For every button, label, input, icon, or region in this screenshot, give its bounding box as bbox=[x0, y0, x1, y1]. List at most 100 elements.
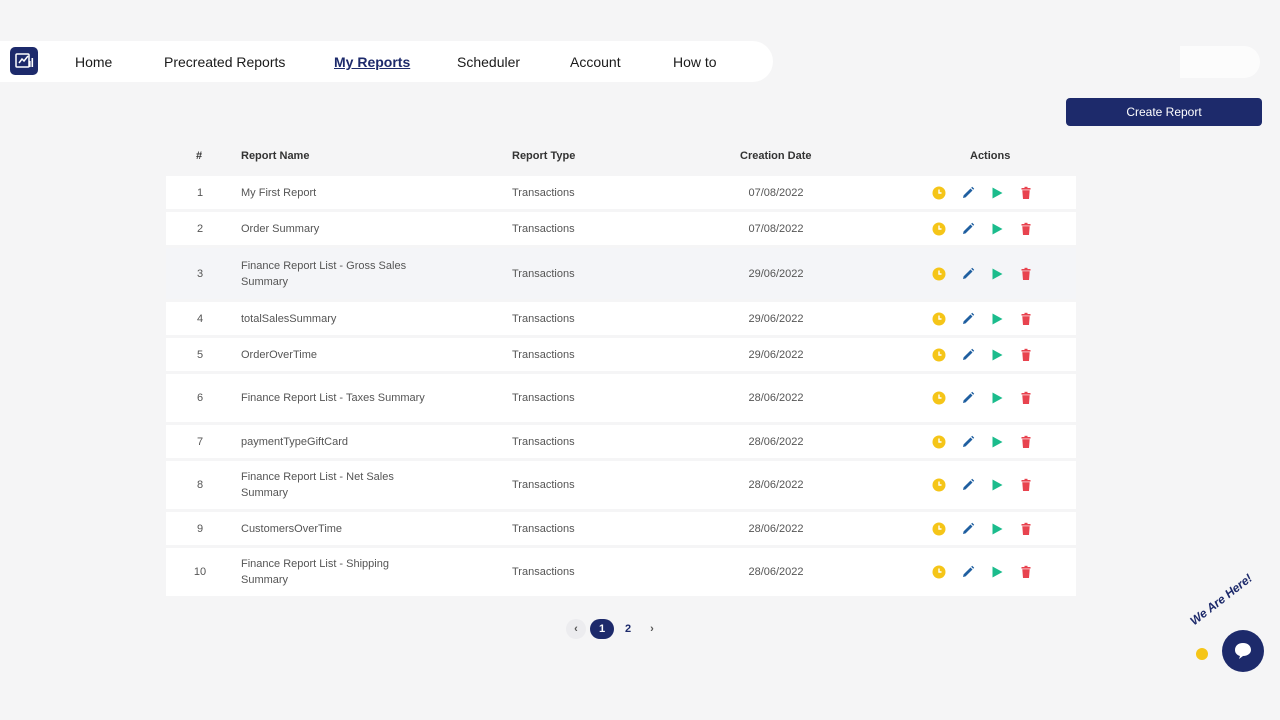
header-num: # bbox=[196, 150, 203, 162]
edit-icon[interactable] bbox=[960, 347, 976, 363]
table-row[interactable]: 4 totalSalesSummary Transactions 29/06/2022 bbox=[166, 302, 1076, 335]
edit-icon[interactable] bbox=[960, 266, 976, 282]
report-name[interactable]: CustomersOverTime bbox=[241, 521, 436, 537]
table-row[interactable]: 1 My First Report Transactions 07/08/2022 bbox=[166, 176, 1076, 209]
report-type: Transactions bbox=[512, 392, 575, 404]
table-row[interactable]: 10 Finance Report List - Shipping Summary… bbox=[166, 548, 1076, 596]
row-number: 4 bbox=[196, 312, 204, 325]
clock-icon[interactable] bbox=[931, 564, 947, 580]
creation-date: 28/06/2022 bbox=[748, 566, 804, 578]
creation-date: 28/06/2022 bbox=[748, 392, 804, 404]
report-name[interactable]: Order Summary bbox=[241, 221, 436, 237]
trash-icon[interactable] bbox=[1018, 477, 1034, 493]
header-report-name: Report Name bbox=[241, 150, 310, 162]
play-icon[interactable] bbox=[989, 521, 1005, 537]
play-icon[interactable] bbox=[989, 564, 1005, 580]
table-row[interactable]: 7 paymentTypeGiftCard Transactions 28/06/20… bbox=[166, 425, 1076, 458]
nav-scheduler[interactable]: Scheduler bbox=[457, 54, 520, 70]
trash-icon[interactable] bbox=[1018, 521, 1034, 537]
creation-date: 28/06/2022 bbox=[748, 479, 804, 491]
trash-icon[interactable] bbox=[1018, 266, 1034, 282]
report-name[interactable]: Finance Report List - Taxes Summary bbox=[241, 390, 436, 406]
trash-icon[interactable] bbox=[1018, 564, 1034, 580]
trash-icon[interactable] bbox=[1018, 347, 1034, 363]
trash-icon[interactable] bbox=[1018, 185, 1034, 201]
play-icon[interactable] bbox=[989, 390, 1005, 406]
report-type: Transactions bbox=[512, 522, 575, 535]
report-name[interactable]: OrderOverTime bbox=[241, 347, 436, 363]
create-report-button[interactable]: Create Report bbox=[1066, 98, 1262, 126]
clock-icon[interactable] bbox=[931, 390, 947, 406]
creation-date: 29/06/2022 bbox=[748, 348, 804, 361]
row-actions bbox=[931, 564, 1034, 580]
play-icon[interactable] bbox=[989, 434, 1005, 450]
row-number: 1 bbox=[196, 186, 204, 199]
nav-how-to[interactable]: How to bbox=[673, 54, 717, 70]
play-icon[interactable] bbox=[989, 477, 1005, 493]
trash-icon[interactable] bbox=[1018, 311, 1034, 327]
report-logo-icon[interactable] bbox=[10, 47, 38, 75]
edit-icon[interactable] bbox=[960, 185, 976, 201]
edit-icon[interactable] bbox=[960, 564, 976, 580]
play-icon[interactable] bbox=[989, 266, 1005, 282]
report-name[interactable]: totalSalesSummary bbox=[241, 311, 436, 327]
report-name[interactable]: paymentTypeGiftCard bbox=[241, 434, 436, 450]
row-number: 10 bbox=[193, 566, 207, 578]
row-actions bbox=[931, 477, 1034, 493]
play-icon[interactable] bbox=[989, 311, 1005, 327]
clock-icon[interactable] bbox=[931, 221, 947, 237]
page-2-button[interactable]: 2 bbox=[618, 619, 638, 639]
nav-precreated-reports[interactable]: Precreated Reports bbox=[164, 54, 285, 70]
table-row[interactable]: 6 Finance Report List - Taxes Summary Tran… bbox=[166, 374, 1076, 422]
clock-icon[interactable] bbox=[931, 521, 947, 537]
row-number: 9 bbox=[196, 522, 204, 535]
report-name[interactable]: Finance Report List - Shipping Summary bbox=[241, 556, 436, 588]
edit-icon[interactable] bbox=[960, 311, 976, 327]
report-type: Transactions bbox=[512, 566, 575, 578]
pagination: ‹ 1 2 › bbox=[566, 619, 662, 639]
chevron-right-icon[interactable]: › bbox=[642, 619, 662, 639]
edit-icon[interactable] bbox=[960, 477, 976, 493]
chevron-left-icon[interactable]: ‹ bbox=[566, 619, 586, 639]
table-row[interactable]: 9 CustomersOverTime Transactions 28/06/2022 bbox=[166, 512, 1076, 545]
row-actions bbox=[931, 521, 1034, 537]
clock-icon[interactable] bbox=[931, 347, 947, 363]
page-1-button[interactable]: 1 bbox=[590, 619, 614, 639]
clock-icon[interactable] bbox=[931, 477, 947, 493]
creation-date: 28/06/2022 bbox=[748, 435, 804, 448]
trash-icon[interactable] bbox=[1018, 434, 1034, 450]
play-icon[interactable] bbox=[989, 185, 1005, 201]
report-name[interactable]: My First Report bbox=[241, 185, 436, 201]
report-type: Transactions bbox=[512, 267, 575, 280]
edit-icon[interactable] bbox=[960, 390, 976, 406]
clock-icon[interactable] bbox=[931, 185, 947, 201]
report-name[interactable]: Finance Report List - Gross Sales Summar… bbox=[241, 258, 436, 290]
table-row[interactable]: 5 OrderOverTime Transactions 29/06/2022 bbox=[166, 338, 1076, 371]
edit-icon[interactable] bbox=[960, 521, 976, 537]
trash-icon[interactable] bbox=[1018, 221, 1034, 237]
play-icon[interactable] bbox=[989, 221, 1005, 237]
creation-date: 07/08/2022 bbox=[748, 222, 804, 235]
clock-icon[interactable] bbox=[931, 434, 947, 450]
trash-icon[interactable] bbox=[1018, 390, 1034, 406]
table-row[interactable]: 3 Finance Report List - Gross Sales Summa… bbox=[166, 248, 1076, 299]
reports-table-body: 1 My First Report Transactions 07/08/2022 2 O… bbox=[166, 176, 1076, 599]
row-number: 3 bbox=[196, 267, 204, 280]
row-number: 7 bbox=[196, 435, 204, 448]
row-number: 8 bbox=[196, 479, 204, 491]
edit-icon[interactable] bbox=[960, 221, 976, 237]
navbar-ghost bbox=[1180, 46, 1260, 78]
row-actions bbox=[931, 311, 1034, 327]
edit-icon[interactable] bbox=[960, 434, 976, 450]
clock-icon[interactable] bbox=[931, 311, 947, 327]
report-name[interactable]: Finance Report List - Net Sales Summary bbox=[241, 469, 436, 501]
clock-icon[interactable] bbox=[931, 266, 947, 282]
nav-my-reports[interactable]: My Reports bbox=[334, 54, 410, 70]
nav-account[interactable]: Account bbox=[570, 54, 621, 70]
chat-bubble-icon[interactable] bbox=[1222, 630, 1264, 672]
table-row[interactable]: 2 Order Summary Transactions 07/08/2022 bbox=[166, 212, 1076, 245]
creation-date: 28/06/2022 bbox=[748, 522, 804, 535]
play-icon[interactable] bbox=[989, 347, 1005, 363]
table-row[interactable]: 8 Finance Report List - Net Sales Summary… bbox=[166, 461, 1076, 509]
nav-home[interactable]: Home bbox=[75, 54, 112, 70]
